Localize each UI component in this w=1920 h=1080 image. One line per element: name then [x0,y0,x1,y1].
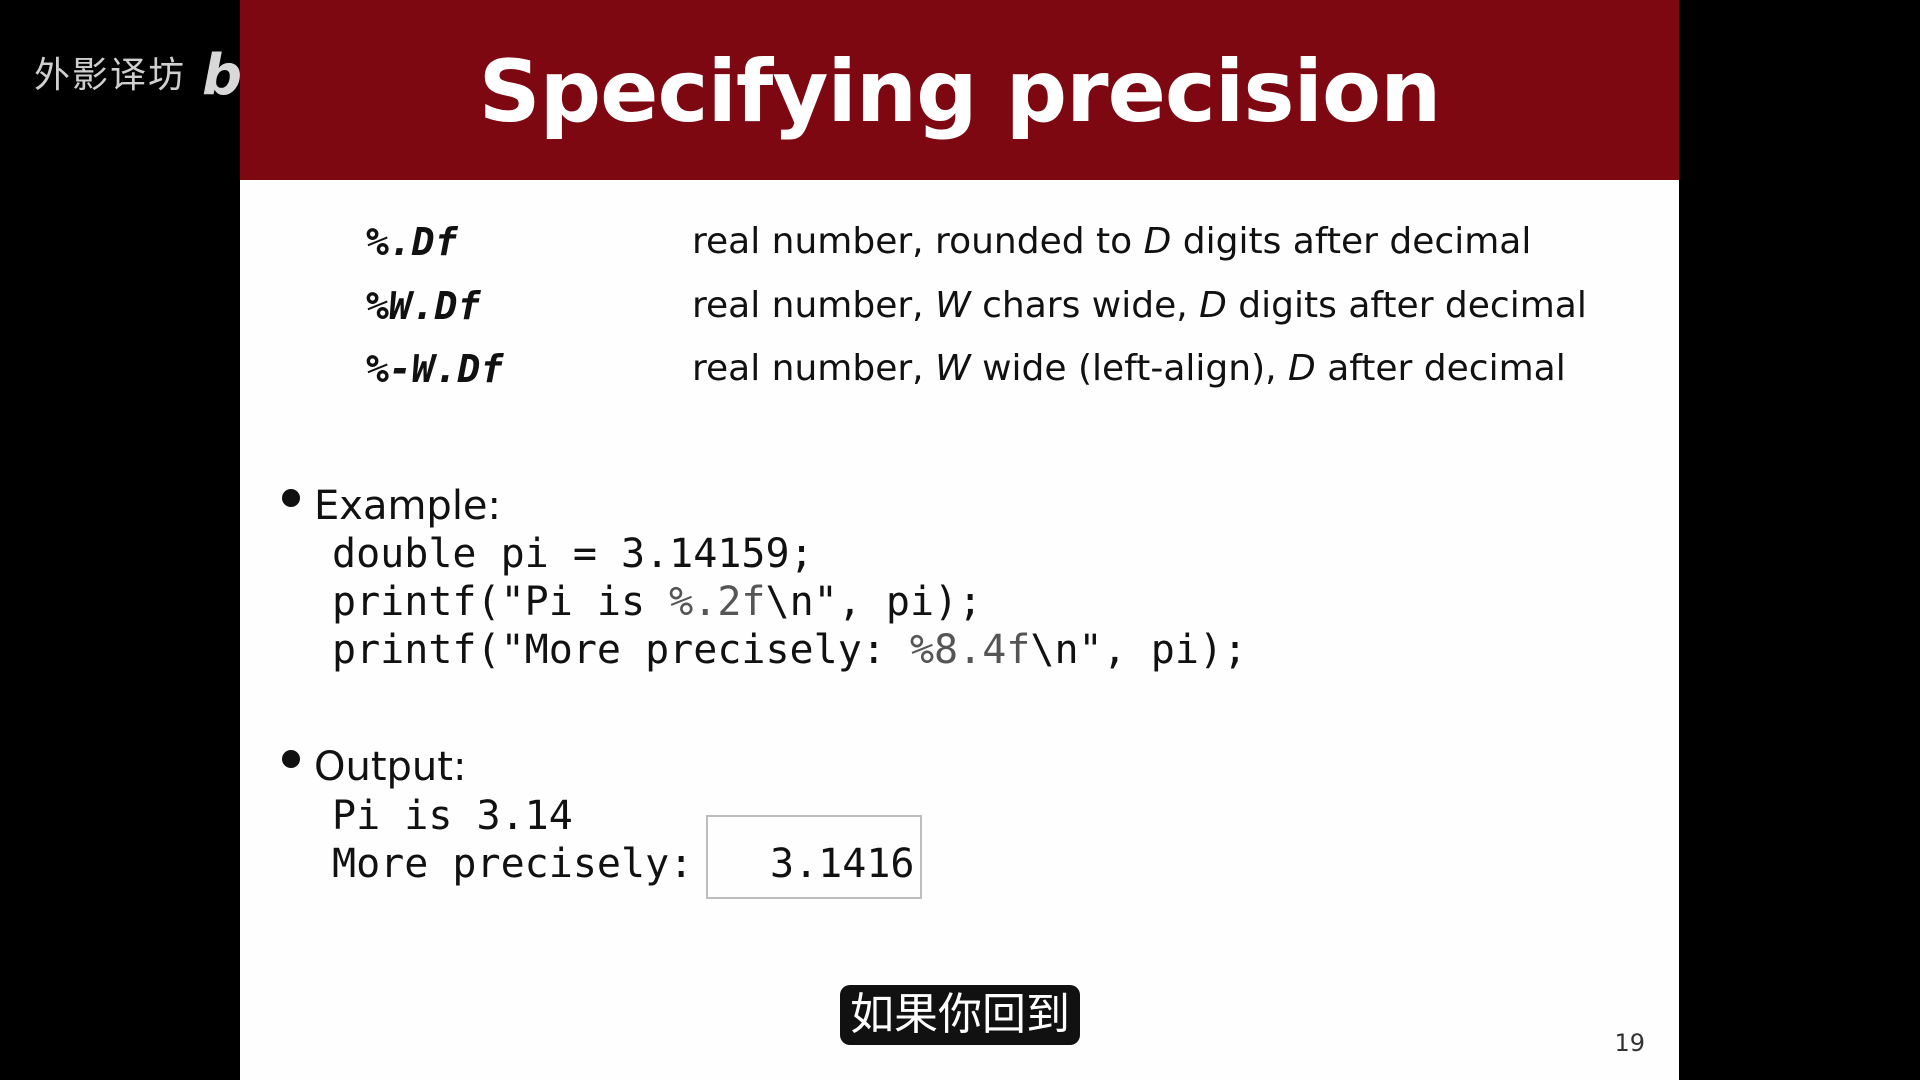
spec-row-left-align: %-W.Df real number, W wide (left-align),… [366,345,1656,393]
spec-code: %-W.Df [366,347,504,391]
spec-description: real number, W chars wide, D digits afte… [692,285,1587,326]
slide-title: Specifying precision [478,42,1442,142]
watermark-text: 外影译坊 [34,55,187,96]
output-label: Output: [314,744,467,790]
bullet-example [282,489,300,507]
spec-code: %W.Df [366,284,481,328]
video-subtitle: 如果你回到 [840,985,1080,1045]
output-line-2-value: 3.1416 [770,841,915,887]
bullet-output [282,750,300,768]
title-band: Specifying precision [240,0,1679,180]
spec-description: real number, W wide (left-align), D afte… [692,348,1566,389]
video-frame: 外影译坊 bilibili Specifying precision %.Df … [0,0,1920,1080]
spec-description: real number, rounded to D digits after d… [692,221,1532,262]
code-line-1: double pi = 3.14159; [332,531,814,577]
subtitle-container: 如果你回到 [0,985,1920,1045]
output-line-1: Pi is 3.14 [332,793,573,839]
code-line-2: printf("Pi is %.2f\n", pi); [332,579,983,625]
example-label: Example: [314,483,502,529]
output-line-2-label: More precisely: [332,841,694,887]
spec-row-precision: %.Df real number, rounded to D digits af… [366,218,1656,266]
spec-row-width-precision: %W.Df real number, W chars wide, D digit… [366,282,1656,330]
code-line-3: printf("More precisely: %8.4f\n", pi); [332,627,1248,673]
presentation-slide: Specifying precision %.Df real number, r… [240,0,1679,1080]
spec-code: %.Df [366,220,458,264]
